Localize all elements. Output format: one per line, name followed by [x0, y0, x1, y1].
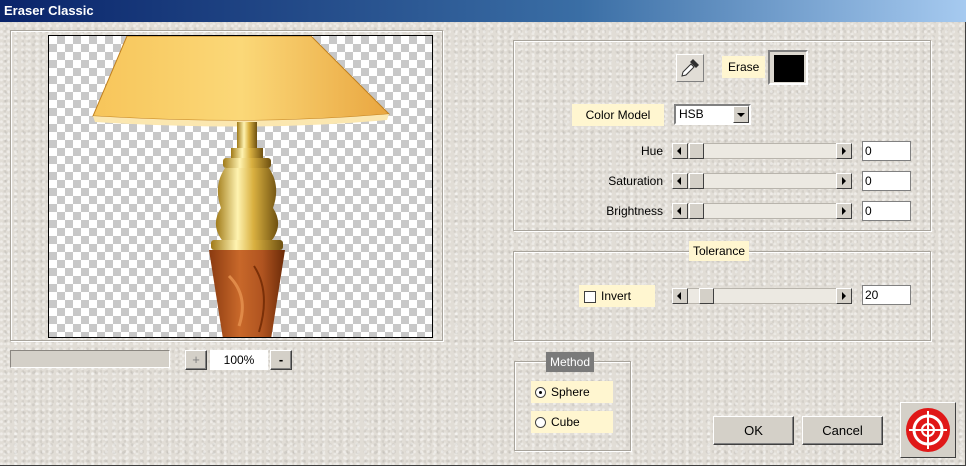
cancel-button[interactable]: Cancel — [802, 416, 883, 445]
tolerance-slider-thumb[interactable] — [699, 288, 714, 304]
eyedropper-icon — [681, 59, 699, 77]
erase-color-swatch[interactable] — [768, 50, 808, 85]
hue-slider[interactable] — [672, 143, 852, 159]
brightness-slider-thumb[interactable] — [689, 203, 704, 219]
window-title: Eraser Classic — [4, 3, 94, 18]
saturation-increase-button[interactable] — [836, 173, 852, 189]
saturation-decrease-button[interactable] — [672, 173, 688, 189]
brightness-input[interactable]: 0 — [862, 201, 911, 221]
hue-slider-thumb[interactable] — [689, 143, 704, 159]
saturation-label: Saturation — [608, 174, 663, 188]
invert-checkbox[interactable] — [584, 291, 596, 303]
method-panel — [514, 361, 631, 451]
hue-label: Hue — [640, 144, 663, 158]
tolerance-input[interactable]: 20 — [862, 285, 911, 305]
lamp-image — [92, 36, 391, 337]
eyedropper-button[interactable] — [676, 54, 704, 82]
status-field — [10, 350, 170, 368]
hue-decrease-button[interactable] — [672, 143, 688, 159]
erase-color-fill — [774, 55, 804, 82]
hue-input[interactable]: 0 — [862, 141, 911, 161]
saturation-slider-thumb[interactable] — [689, 173, 704, 189]
tolerance-increase-button[interactable] — [836, 288, 852, 304]
saturation-input[interactable]: 0 — [862, 171, 911, 191]
window-title-bar: Eraser Classic — [0, 0, 966, 22]
color-model-select[interactable]: HSB — [674, 104, 751, 125]
zoom-level: 100% — [210, 350, 268, 370]
zoom-out-button[interactable]: - — [270, 350, 292, 370]
tolerance-title: Tolerance — [689, 241, 750, 261]
tolerance-decrease-button[interactable] — [672, 288, 688, 304]
color-model-value: HSB — [679, 107, 704, 121]
chevron-down-icon[interactable] — [733, 106, 749, 123]
ok-button[interactable]: OK — [713, 416, 794, 445]
brightness-decrease-button[interactable] — [672, 203, 688, 219]
color-model-label: Color Model — [572, 104, 664, 126]
zoom-in-button[interactable]: + — [185, 350, 207, 370]
erase-label: Erase — [722, 56, 766, 78]
logo-button[interactable] — [900, 402, 956, 458]
crosshair-logo-icon — [906, 408, 950, 452]
image-preview[interactable] — [48, 35, 433, 338]
sphere-radio[interactable] — [535, 387, 546, 398]
hue-increase-button[interactable] — [836, 143, 852, 159]
brightness-label: Brightness — [606, 204, 663, 218]
tolerance-slider[interactable] — [672, 288, 852, 304]
method-title: Method — [546, 352, 595, 372]
brightness-slider[interactable] — [672, 203, 852, 219]
brightness-increase-button[interactable] — [836, 203, 852, 219]
saturation-slider[interactable] — [672, 173, 852, 189]
cube-radio[interactable] — [535, 417, 546, 428]
